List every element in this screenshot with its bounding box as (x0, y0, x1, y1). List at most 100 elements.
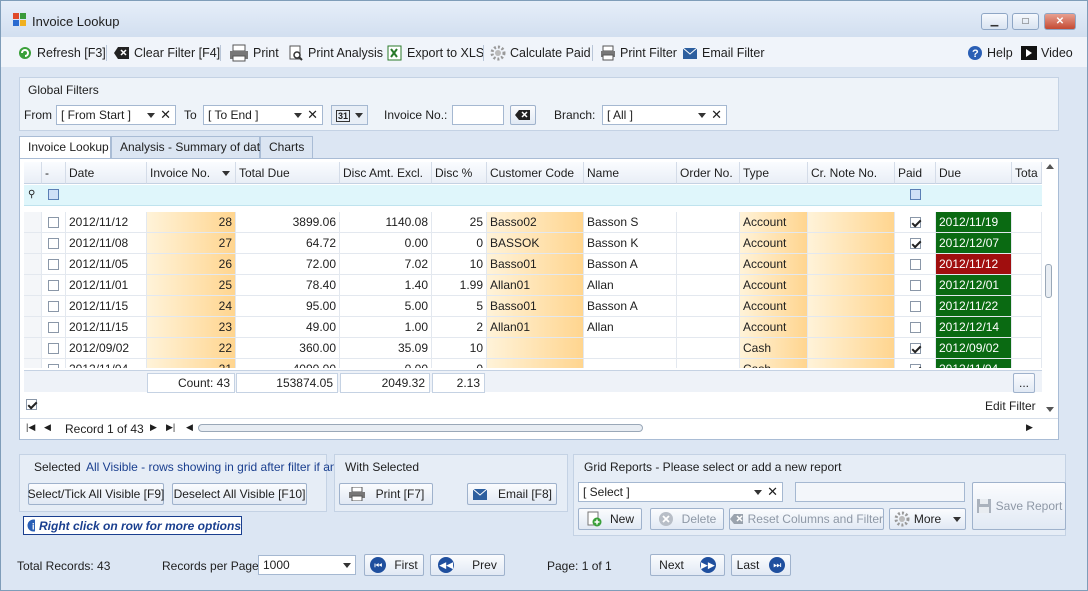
report-name-input[interactable] (795, 482, 965, 502)
clear-report-icon[interactable]: ✕ (767, 483, 778, 501)
clear-from-icon[interactable]: ✕ (160, 106, 171, 124)
export-xls-button[interactable]: Export to XLS (387, 43, 484, 63)
edit-filter-link[interactable]: Edit Filter (985, 399, 1036, 413)
records-per-page-combo[interactable]: 1000 (258, 555, 356, 575)
branch-combo[interactable]: [ All ] ✕ (602, 105, 727, 125)
nav-first-icon[interactable]: |◀ (26, 422, 35, 433)
chevron-down-icon[interactable] (147, 113, 155, 118)
delete-report-button[interactable]: Delete (650, 508, 724, 530)
header-invoice-no[interactable]: Invoice No. (147, 162, 236, 184)
first-page-button[interactable]: ⏮ First (364, 554, 424, 576)
filter-select-checkbox[interactable] (48, 189, 59, 200)
header-total[interactable]: Tota (1012, 162, 1042, 184)
minimize-button[interactable]: ▁ (981, 13, 1008, 30)
paid-checkbox[interactable] (909, 364, 921, 368)
row-select-checkbox[interactable] (48, 364, 59, 368)
reset-columns-button[interactable]: Reset Columns and Filter (729, 508, 884, 530)
next-page-button[interactable]: Next ▶▶ (650, 554, 725, 576)
deselect-all-visible-button[interactable]: Deselect All Visible [F10] (172, 483, 307, 505)
chevron-down-icon[interactable] (355, 113, 363, 118)
report-select-combo[interactable]: [ Select ] ✕ (578, 482, 783, 502)
clear-branch-icon[interactable]: ✕ (711, 106, 722, 124)
scroll-left-icon[interactable]: ◀ (186, 422, 193, 433)
save-icon (976, 499, 991, 513)
clear-invoice-button[interactable] (510, 105, 536, 125)
last-page-button[interactable]: Last ⏭ (731, 554, 791, 576)
close-button[interactable]: ✕ (1044, 13, 1076, 30)
calculate-paid-button[interactable]: Calculate Paid (490, 43, 591, 63)
paid-checkbox[interactable] (909, 343, 921, 355)
header-order-no[interactable]: Order No. (677, 162, 740, 184)
tab-invoice-lookup[interactable]: Invoice Lookup (19, 136, 111, 159)
clear-filter-button[interactable]: Clear Filter [F4] (114, 43, 220, 63)
header-cr-note[interactable]: Cr. Note No. (808, 162, 895, 184)
tab-analysis[interactable]: Analysis - Summary of data (111, 136, 267, 158)
row-select-checkbox[interactable] (48, 217, 59, 229)
paid-checkbox[interactable] (909, 280, 921, 292)
header-disc-amt[interactable]: Disc Amt. Excl. (340, 162, 432, 184)
new-report-button[interactable]: New (578, 508, 642, 530)
from-date-combo[interactable]: [ From Start ] ✕ (56, 105, 176, 125)
video-button[interactable]: Video (1021, 43, 1073, 63)
row-select-checkbox[interactable] (48, 301, 59, 313)
paid-checkbox[interactable] (909, 217, 921, 229)
chevron-down-icon[interactable] (343, 563, 351, 568)
chevron-down-icon[interactable] (698, 113, 706, 118)
prev-page-button[interactable]: ◀◀ Prev (430, 554, 505, 576)
horizontal-scroll-thumb[interactable] (198, 424, 643, 432)
nav-prev-icon[interactable]: ◀ (44, 422, 51, 433)
filter-enabled-checkbox[interactable] (26, 399, 37, 410)
chevron-down-icon[interactable] (294, 113, 302, 118)
footer-more-button[interactable]: ... (1013, 373, 1035, 393)
header-disc-pct[interactable]: Disc % (432, 162, 487, 184)
header-total-due[interactable]: Total Due (236, 162, 340, 184)
to-date-combo[interactable]: [ To End ] ✕ (203, 105, 323, 125)
print-analysis-button[interactable]: Print Analysis (288, 43, 383, 63)
clear-to-icon[interactable]: ✕ (307, 106, 318, 124)
email-selected-button[interactable]: Email [F8] (467, 483, 557, 505)
invoice-no-input[interactable] (452, 105, 504, 125)
calendar-picker[interactable]: 31 (331, 105, 368, 125)
auto-filter-row[interactable]: ⚲ (24, 185, 1042, 206)
print-analysis-label: Print Analysis (308, 46, 384, 60)
header-paid[interactable]: Paid (895, 162, 936, 184)
nav-last-icon[interactable]: ▶| (166, 422, 175, 433)
more-reports-button[interactable]: More (889, 508, 966, 530)
header-customer-code[interactable]: Customer Code (487, 162, 584, 184)
cell-total (1012, 275, 1042, 296)
row-select-checkbox[interactable] (48, 343, 59, 355)
row-select-checkbox[interactable] (48, 259, 59, 271)
print-filter-button[interactable]: Print Filter (600, 43, 677, 63)
row-select-cell (42, 317, 66, 338)
maximize-button[interactable]: □ (1012, 13, 1039, 30)
help-button[interactable]: ? Help (967, 43, 1013, 63)
row-select-checkbox[interactable] (48, 322, 59, 334)
scroll-right-icon[interactable]: ▶ (1026, 422, 1033, 433)
row-select-checkbox[interactable] (48, 280, 59, 292)
grid-panel: - Date Invoice No. Total Due Disc Amt. E… (19, 158, 1059, 440)
filter-paid-checkbox[interactable] (910, 189, 921, 200)
paid-checkbox[interactable] (909, 301, 921, 313)
paid-checkbox[interactable] (909, 322, 921, 334)
select-all-visible-button[interactable]: Select/Tick All Visible [F9] (28, 483, 164, 505)
refresh-button[interactable]: Refresh [F3] (17, 43, 106, 63)
header-name[interactable]: Name (584, 162, 677, 184)
nav-next-icon[interactable]: ▶ (150, 422, 157, 433)
tab-charts[interactable]: Charts (260, 136, 313, 158)
paid-checkbox[interactable] (909, 238, 921, 250)
row-select-checkbox[interactable] (48, 238, 59, 250)
header-due[interactable]: Due (936, 162, 1012, 184)
cell-name: Basson A (584, 296, 677, 317)
paid-checkbox[interactable] (909, 259, 921, 271)
print-selected-button[interactable]: Print [F7] (339, 483, 433, 505)
email-filter-button[interactable]: Email Filter (682, 43, 765, 63)
chevron-down-icon[interactable] (754, 490, 762, 495)
print-button[interactable]: Print (229, 43, 279, 63)
scroll-thumb[interactable] (1045, 264, 1052, 298)
scroll-up-icon[interactable] (1046, 164, 1054, 169)
header-date[interactable]: Date (66, 162, 147, 184)
header-select[interactable]: - (42, 162, 66, 184)
save-report-button[interactable]: Save Report (972, 482, 1066, 530)
header-type[interactable]: Type (740, 162, 808, 184)
grid-vertical-scrollbar[interactable] (1044, 162, 1055, 422)
